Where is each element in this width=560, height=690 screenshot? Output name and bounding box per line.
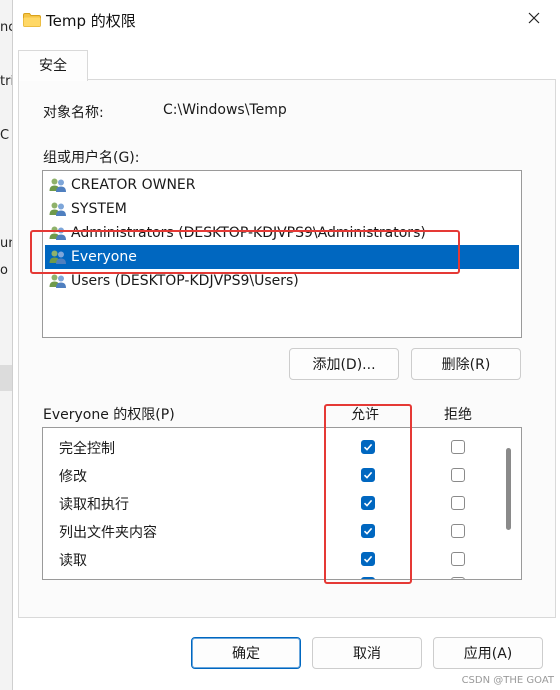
apply-button[interactable]: 应用(A): [433, 637, 543, 669]
close-button[interactable]: [519, 6, 549, 34]
user-name: Administrators (DESKTOP-KDJVPS9\Administ…: [71, 225, 426, 241]
permission-name: 读取: [59, 553, 87, 569]
background-text: C: [0, 128, 10, 143]
list-item-everyone[interactable]: Everyone: [45, 245, 519, 269]
permission-name: 完全控制: [59, 441, 115, 457]
folder-icon: [23, 13, 41, 27]
close-icon: [528, 12, 540, 28]
allow-checkbox[interactable]: [361, 468, 375, 482]
background-text: o: [0, 263, 8, 278]
deny-checkbox[interactable]: [451, 496, 465, 510]
permissions-dialog: Temp 的权限 安全 对象名称: C:\Windows\Temp 组或用户名(…: [12, 0, 560, 690]
permission-row-full-control: 完全控制: [43, 433, 521, 461]
user-group-icon: [49, 273, 67, 289]
user-group-icon: [49, 177, 67, 193]
permissions-list: 完全控制 修改 读取和执行 列出文件夹内容 读取: [42, 427, 522, 580]
user-group-icon: [49, 201, 67, 217]
allow-header: 允许: [351, 407, 379, 423]
object-name-value: C:\Windows\Temp: [163, 102, 287, 118]
user-name: Everyone: [71, 249, 137, 265]
deny-header: 拒绝: [444, 407, 472, 423]
deny-checkbox[interactable]: [451, 524, 465, 538]
deny-checkbox[interactable]: [451, 468, 465, 482]
allow-checkbox-partial[interactable]: [361, 577, 375, 579]
deny-checkbox[interactable]: [451, 552, 465, 566]
deny-checkbox[interactable]: [451, 440, 465, 454]
allow-checkbox[interactable]: [361, 496, 375, 510]
tab-security[interactable]: 安全: [18, 50, 88, 81]
user-name: SYSTEM: [71, 201, 127, 217]
title-bar: Temp 的权限: [13, 0, 560, 40]
permission-name: 修改: [59, 469, 87, 485]
allow-checkbox[interactable]: [361, 524, 375, 538]
user-name: CREATOR OWNER: [71, 177, 196, 193]
ok-button[interactable]: 确定: [191, 637, 301, 669]
remove-button[interactable]: 删除(R): [411, 348, 521, 380]
object-name-label: 对象名称:: [43, 105, 104, 121]
permission-name: 列出文件夹内容: [59, 525, 157, 541]
permission-row-read-execute: 读取和执行: [43, 489, 521, 517]
user-name: Users (DESKTOP-KDJVPS9\Users): [71, 273, 299, 289]
permissions-label: Everyone 的权限(P): [43, 407, 175, 423]
add-button[interactable]: 添加(D)...: [289, 348, 399, 380]
permission-name: 读取和执行: [59, 497, 129, 513]
user-list[interactable]: CREATOR OWNER SYSTEM Administrators (DES…: [42, 170, 522, 338]
deny-checkbox-partial[interactable]: [451, 577, 465, 579]
user-group-icon: [49, 249, 67, 265]
window-title: Temp 的权限: [46, 12, 136, 30]
cancel-button[interactable]: 取消: [312, 637, 422, 669]
permission-row-list-folder: 列出文件夹内容: [43, 517, 521, 545]
user-group-icon: [49, 225, 67, 241]
permission-row-modify: 修改: [43, 461, 521, 489]
scrollbar[interactable]: [506, 448, 511, 530]
watermark: CSDN @THE GOAT: [461, 675, 554, 686]
group-label: 组或用户名(G):: [43, 150, 140, 166]
allow-checkbox[interactable]: [361, 440, 375, 454]
permission-row-read: 读取: [43, 545, 521, 573]
background-selected-row: [0, 365, 12, 391]
allow-checkbox[interactable]: [361, 552, 375, 566]
